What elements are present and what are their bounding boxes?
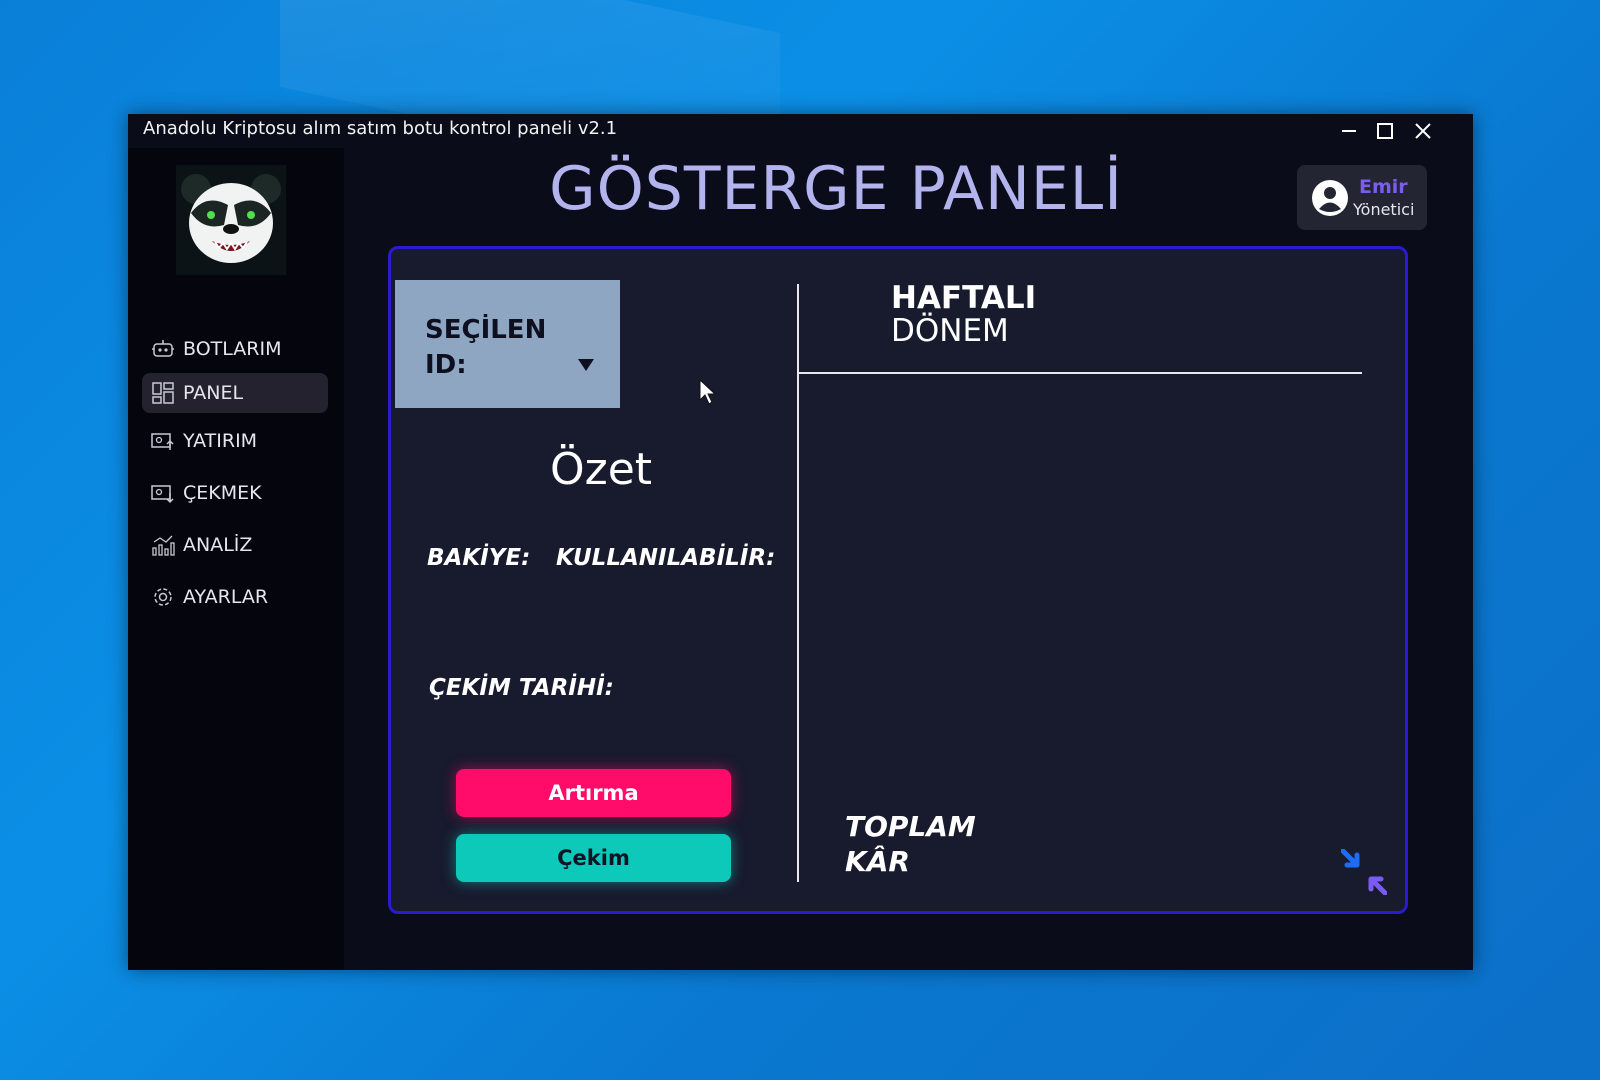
weekly-period-heading: HAFTALI DÖNEM xyxy=(891,282,1036,348)
sidebar-item-label: ÇEKMEK xyxy=(183,482,262,504)
user-avatar-icon xyxy=(1311,179,1349,221)
sidebar-item-label: AYARLAR xyxy=(183,586,269,608)
maximize-icon xyxy=(1377,123,1393,139)
robot-icon xyxy=(150,336,176,362)
dashboard-panel: SEÇİLEN ID: Özet BAKİYE: KULLANILABİLİR:… xyxy=(388,246,1408,914)
maximize-button[interactable] xyxy=(1368,116,1402,146)
window-title: Anadolu Kriptosu alım satım botu kontrol… xyxy=(143,118,618,139)
sidebar-item-label: BOTLARIM xyxy=(183,338,282,360)
total-profit-label: TOPLAM KÂR xyxy=(845,809,976,879)
weekly-line-2: DÖNEM xyxy=(891,313,1009,349)
panda-logo xyxy=(176,165,286,275)
weekly-line-1: HAFTALI xyxy=(891,280,1037,316)
sidebar-item-panel[interactable]: PANEL xyxy=(142,373,328,413)
sidebar-item-label: ANALİZ xyxy=(183,534,253,556)
withdraw-icon xyxy=(150,480,176,506)
sidebar-item-yatirim[interactable]: YATIRIM xyxy=(142,421,328,461)
increase-button[interactable]: Artırma xyxy=(456,769,731,817)
dashboard-grid-icon xyxy=(150,380,176,406)
sidebar-item-analiz[interactable]: ANALİZ xyxy=(142,525,328,565)
close-icon xyxy=(1415,123,1431,139)
horizontal-divider xyxy=(799,372,1362,374)
mouse-cursor-icon xyxy=(699,379,717,405)
sidebar-item-ayarlar[interactable]: AYARLAR xyxy=(142,577,328,617)
available-label: KULLANILABİLİR: xyxy=(556,545,776,571)
user-role: Yönetici xyxy=(1353,200,1415,219)
panda-logo-icon xyxy=(181,174,281,263)
withdraw-button[interactable]: Çekim xyxy=(456,834,731,882)
sidebar: BOTLARIM PANEL YATIRIM ÇEKMEK ANALİZ AYA… xyxy=(128,148,344,970)
selector-label: SEÇİLEN ID: xyxy=(425,315,547,380)
app-window: Anadolu Kriptosu alım satım botu kontrol… xyxy=(128,114,1473,970)
gear-icon xyxy=(150,584,176,610)
deposit-icon xyxy=(150,428,176,454)
sidebar-item-botlarim[interactable]: BOTLARIM xyxy=(142,329,328,369)
collapse-arrows-icon[interactable] xyxy=(1341,849,1387,895)
user-badge[interactable]: Emir Yönetici xyxy=(1297,165,1427,230)
minimize-button[interactable] xyxy=(1332,116,1366,146)
page-title: GÖSTERGE PANELİ xyxy=(549,154,1123,224)
dropdown-arrow-icon xyxy=(578,359,594,371)
sidebar-item-label: PANEL xyxy=(183,382,244,404)
total-line-2: KÂR xyxy=(845,845,910,878)
id-selector-dropdown[interactable]: SEÇİLEN ID: xyxy=(395,280,620,408)
analytics-icon xyxy=(150,532,176,558)
summary-title: Özet xyxy=(549,444,653,495)
balance-label: BAKİYE: xyxy=(427,545,531,571)
sidebar-item-cekmek[interactable]: ÇEKMEK xyxy=(142,473,328,513)
withdraw-date-label: ÇEKİM TARİHİ: xyxy=(429,675,614,701)
close-button[interactable] xyxy=(1406,116,1440,146)
sidebar-item-label: YATIRIM xyxy=(183,430,258,452)
total-line-1: TOPLAM xyxy=(845,810,976,843)
minimize-icon xyxy=(1342,130,1356,132)
user-name: Emir xyxy=(1359,176,1408,198)
title-bar[interactable]: Anadolu Kriptosu alım satım botu kontrol… xyxy=(128,114,1473,148)
